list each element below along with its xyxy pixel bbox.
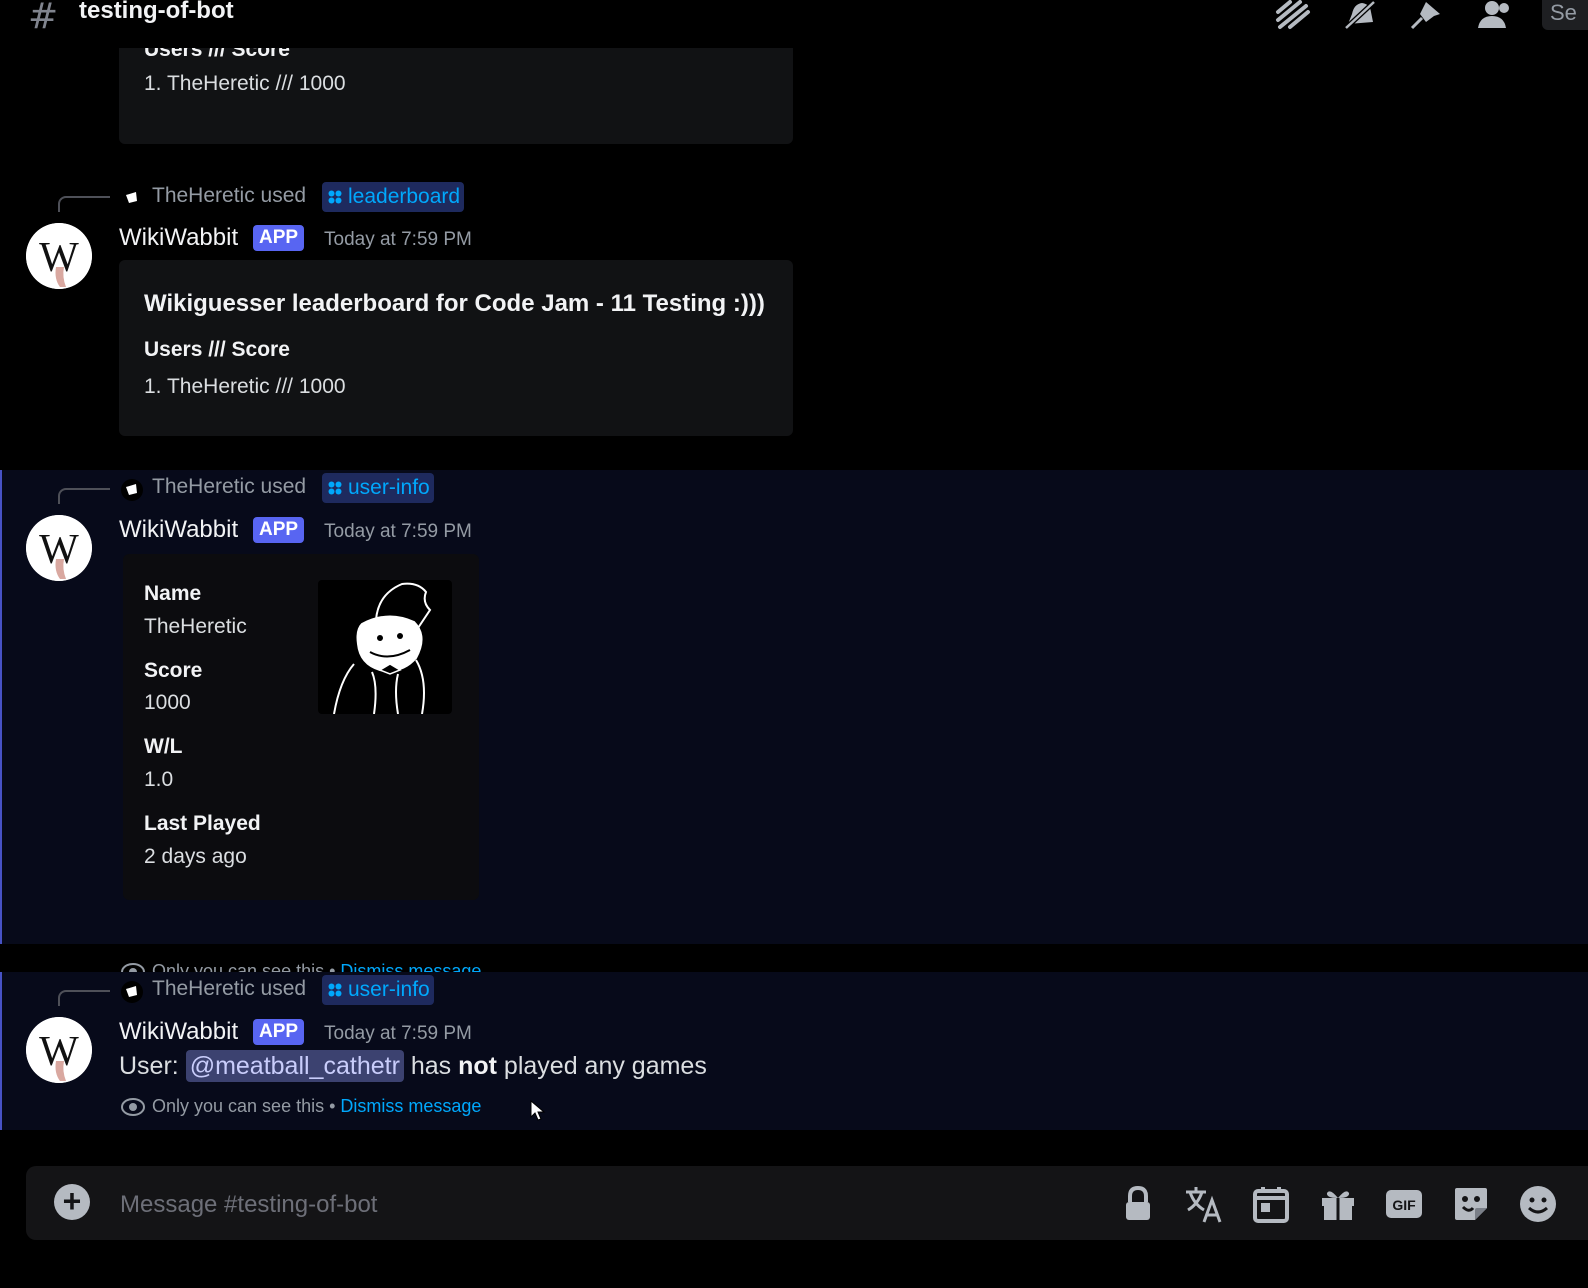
pin-icon[interactable] [1408, 0, 1448, 30]
slash-command-chip[interactable]: user-info [322, 975, 434, 1005]
svg-text:GIF: GIF [1392, 1197, 1416, 1213]
bot-avatar[interactable]: W [26, 515, 92, 581]
ephemeral-message: TheHeretic used user-info W WikiWabbit A… [0, 972, 1588, 1130]
author-name[interactable]: WikiWabbit [119, 516, 238, 544]
user-thumbnail[interactable] [318, 580, 452, 714]
message-timestamp[interactable]: Today at 7:59 PM [324, 229, 472, 251]
search-box[interactable]: Se [1542, 0, 1588, 30]
embed-field-value: 1. TheHeretic /// 1000 [144, 375, 346, 398]
reply-connector [58, 488, 110, 504]
eye-icon [121, 1098, 145, 1116]
sticker-icon[interactable] [1451, 1184, 1491, 1224]
app-badge: APP [253, 1019, 305, 1045]
embed-field-name: Name [144, 582, 202, 605]
embed-field-name: Users /// Score [144, 338, 290, 361]
app-command-icon [328, 190, 342, 204]
reply-user-name[interactable]: TheHeretic used [152, 184, 306, 208]
add-attachment-button[interactable]: + [54, 1184, 90, 1220]
message-timestamp[interactable]: Today at 7:59 PM [324, 521, 472, 543]
calendar-icon[interactable] [1251, 1184, 1291, 1224]
reply-user-name[interactable]: TheHeretic used [152, 475, 306, 499]
app-badge: APP [253, 225, 305, 251]
plus-icon: + [62, 1183, 82, 1219]
embed-field-name: Users /// Score [144, 48, 290, 61]
embed-field-name: W/L [144, 735, 183, 758]
embed-field-value: TheHeretic [144, 615, 247, 638]
embed-field-value: 1000 [144, 691, 191, 714]
dismiss-message-link[interactable]: Dismiss message [340, 1096, 481, 1116]
reply-connector [58, 990, 110, 1006]
embed-field-name: Score [144, 659, 203, 682]
user-mention[interactable]: @meatball_cathetr [185, 1050, 404, 1082]
emoji-icon[interactable] [1518, 1184, 1558, 1224]
gift-icon[interactable] [1318, 1184, 1358, 1224]
embed-field-value: 2 days ago [144, 845, 247, 868]
leaderboard-embed: Wikiguesser leaderboard for Code Jam - 1… [119, 260, 793, 436]
lock-icon[interactable] [1118, 1184, 1158, 1224]
slash-command-chip[interactable]: leaderboard [322, 182, 465, 212]
user-mini-avatar[interactable] [121, 187, 143, 209]
message-timestamp[interactable]: Today at 7:59 PM [324, 1023, 472, 1045]
author-name[interactable]: WikiWabbit [119, 224, 238, 252]
embed-field-value: 1.0 [144, 768, 174, 791]
app-command-icon [328, 983, 342, 997]
author-name[interactable]: WikiWabbit [119, 1018, 238, 1046]
reply-connector [58, 196, 110, 212]
user-info-embed: Name TheHeretic Score 1000 W/L 1.0 Last … [123, 554, 479, 900]
threads-icon[interactable] [1274, 0, 1314, 30]
mouse-cursor-icon [530, 1100, 546, 1121]
channel-title: testing-of-bot [79, 0, 234, 24]
hashtag-icon: # [28, 0, 59, 37]
leaderboard-embed: Users /// Score 1. TheHeretic /// 1000 [119, 48, 793, 144]
translate-icon[interactable] [1184, 1184, 1224, 1224]
app-badge: APP [253, 517, 305, 543]
message-list: Users /// Score 1. TheHeretic /// 1000 T… [0, 48, 1588, 1138]
ephemeral-message: TheHeretic used user-info W WikiWabbit A… [0, 470, 1588, 981]
svg-text:W: W [39, 1029, 79, 1075]
channel-header: # testing-of-bot Se [0, 0, 1588, 48]
embed-title: Wikiguesser leaderboard for Code Jam - 1… [144, 290, 765, 317]
reply-user-name[interactable]: TheHeretic used [152, 977, 306, 1001]
ephemeral-notice: Only you can see this • Dismiss message [152, 1096, 482, 1116]
svg-text:W: W [39, 235, 79, 281]
bot-avatar[interactable]: W [26, 223, 92, 289]
embed-field-value: 1. TheHeretic /// 1000 [144, 72, 346, 95]
message-composer: + GIF [26, 1166, 1588, 1240]
user-mini-avatar[interactable] [121, 479, 143, 501]
members-icon[interactable] [1474, 0, 1514, 30]
user-mini-avatar[interactable] [121, 981, 143, 1003]
bot-avatar[interactable]: W [26, 1017, 92, 1083]
message-content: User: @meatball_cathetr has not played a… [119, 1050, 707, 1082]
mute-bell-icon[interactable] [1340, 0, 1380, 30]
embed-field-name: Last Played [144, 812, 261, 835]
slash-command-chip[interactable]: user-info [322, 473, 434, 503]
app-command-icon [328, 481, 342, 495]
message-input[interactable] [118, 1186, 1022, 1224]
svg-text:W: W [39, 527, 79, 573]
gif-icon[interactable]: GIF [1384, 1184, 1424, 1224]
